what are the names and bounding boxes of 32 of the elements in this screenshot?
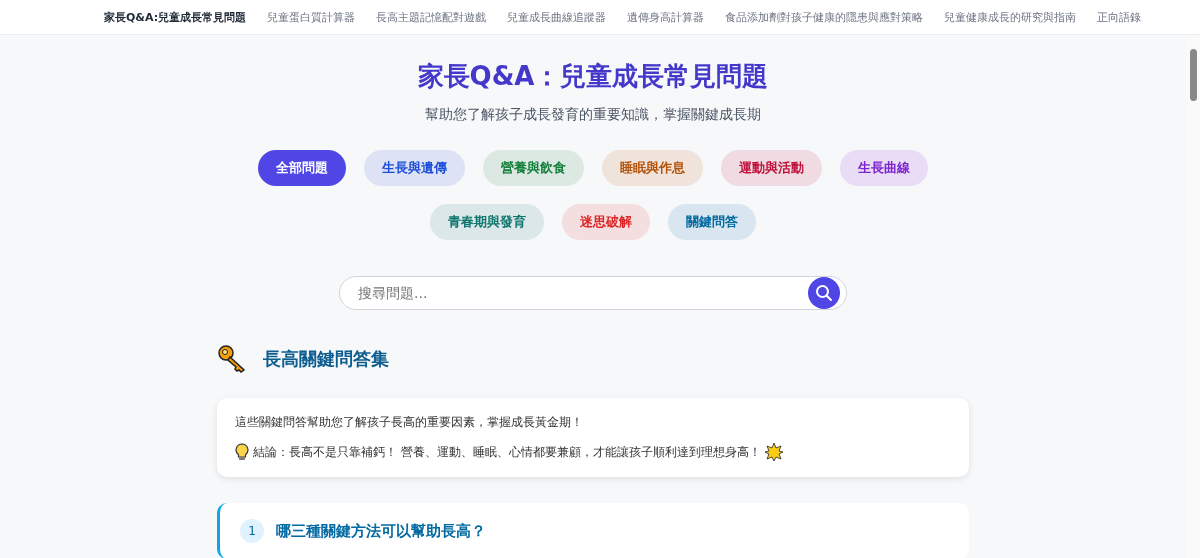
filter-chip[interactable]: 運動與活動 [721,150,822,186]
filter-chip[interactable]: 青春期與發育 [430,204,544,240]
scrollbar-thumb[interactable] [1189,49,1197,101]
question-text: 哪三種關鍵方法可以幫助長高？ [276,521,486,541]
section-title: 長高關鍵問答集 [263,347,389,371]
filter-chip[interactable]: 營養與飲食 [483,150,584,186]
page-subtitle: 幫助您了解孩子成長發育的重要知識，掌握關鍵成長期 [425,106,761,124]
nav-link[interactable]: 兒童成長曲線追蹤器 [507,9,607,25]
filter-chip[interactable]: 生長曲線 [840,150,928,186]
nav-link[interactable]: 食品添加劑對孩子健康的隱患與應對策略 [725,9,924,25]
question-number: 1 [240,519,264,543]
filter-chip[interactable]: 迷思破解 [562,204,650,240]
nav-link[interactable]: 家長Q&A:兒童成長常見問題 [104,9,247,25]
lightbulb-icon [235,443,249,461]
sparkle-icon [764,443,783,461]
filter-chip[interactable]: 關鍵問答 [668,204,756,240]
nav-link[interactable]: 遺傳身高計算器 [627,9,705,25]
conclusion-text: 結論：長高不是只靠補鈣！ 營養、運動、睡眠、心情都要兼顧，才能讓孩子順利達到理想身高！ [253,443,761,461]
nav-link[interactable]: 正向語錄 [1097,9,1142,25]
filter-chip[interactable]: 生長與遺傳 [364,150,465,186]
intro-text: 這些關鍵問答幫助您了解孩子長高的重要因素，掌握成長黃金期！ [235,414,584,431]
filter-chip[interactable]: 睡眠與作息 [602,150,703,186]
nav-link[interactable]: 兒童蛋白質計算器 [267,9,356,25]
search-icon [815,284,833,302]
page-title: 家長Q&A：兒童成長常見問題 [417,60,769,93]
nav-link[interactable]: 兒童健康成長的研究與指南 [944,9,1077,25]
filter-chip[interactable]: 全部問題 [258,150,346,186]
question-card[interactable]: 1 哪三種關鍵方法可以幫助長高？ [217,503,969,558]
nav-link[interactable]: 長高主題記憶配對遊戲 [376,9,487,25]
search-bar[interactable]: 搜尋問題... [339,276,847,310]
search-field[interactable]: 搜尋問題... [356,284,808,302]
search-button[interactable] [808,277,840,309]
